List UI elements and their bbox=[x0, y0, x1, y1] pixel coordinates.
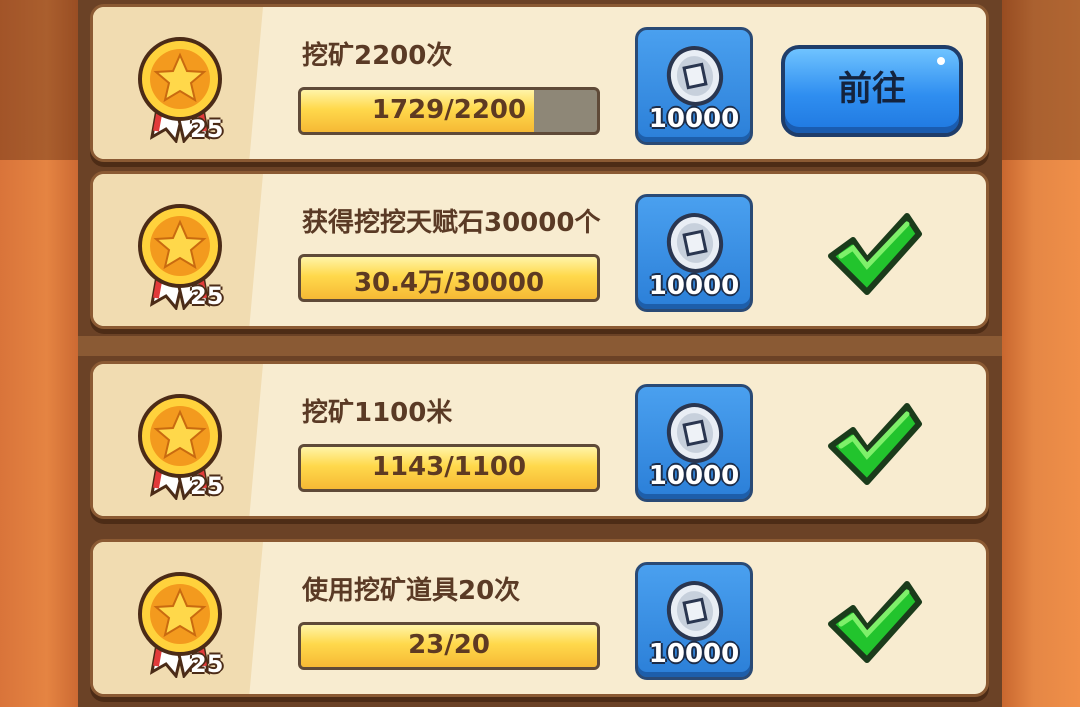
progress-text: 1143/1100 bbox=[371, 452, 527, 482]
reward-slot[interactable]: 10000 bbox=[635, 562, 753, 680]
progress-text: 23/20 bbox=[408, 630, 490, 660]
checkmark-icon bbox=[828, 581, 922, 663]
medal-count: 25 bbox=[190, 282, 224, 310]
reward-amount: 10000 bbox=[648, 461, 740, 491]
right-side-panel bbox=[1002, 0, 1080, 707]
task-title: 挖矿1100米 bbox=[302, 398, 453, 428]
reward-amount: 10000 bbox=[648, 271, 740, 301]
progress-text: 1729/2200 bbox=[371, 95, 527, 125]
task-title: 获得挖挖天赋石30000个 bbox=[302, 208, 601, 238]
progress-bar: 1729/2200 bbox=[298, 87, 600, 135]
medal-count: 25 bbox=[190, 650, 224, 678]
task-title: 使用挖矿道具20次 bbox=[302, 576, 521, 606]
go-to-button[interactable]: 前往 bbox=[781, 45, 963, 137]
task-row-1: 25 挖矿2200次 1729/2200 10000 前往 bbox=[90, 4, 989, 162]
progress-text: 30.4万/30000 bbox=[353, 268, 545, 298]
medal-count: 25 bbox=[190, 472, 224, 500]
silver-coin-icon bbox=[666, 46, 724, 106]
silver-coin-icon bbox=[666, 581, 724, 641]
checkmark-icon bbox=[828, 213, 922, 295]
list-divider bbox=[78, 336, 1002, 356]
left-side-panel bbox=[0, 0, 78, 707]
progress-bar: 1143/1100 bbox=[298, 444, 600, 492]
task-row-4: 25 使用挖矿道具20次 23/20 10000 bbox=[90, 539, 989, 697]
task-title: 挖矿2200次 bbox=[302, 41, 453, 71]
button-shine bbox=[937, 57, 945, 65]
checkmark-icon bbox=[828, 403, 922, 485]
reward-amount: 10000 bbox=[648, 104, 740, 134]
reward-slot[interactable]: 10000 bbox=[635, 194, 753, 312]
silver-coin-icon bbox=[666, 403, 724, 463]
silver-coin-icon bbox=[666, 213, 724, 273]
progress-bar: 23/20 bbox=[298, 622, 600, 670]
task-row-2: 25 获得挖挖天赋石30000个 30.4万/30000 10000 bbox=[90, 171, 989, 329]
reward-slot[interactable]: 10000 bbox=[635, 384, 753, 502]
progress-bar: 30.4万/30000 bbox=[298, 254, 600, 302]
task-row-3: 25 挖矿1100米 1143/1100 10000 bbox=[90, 361, 989, 519]
reward-slot[interactable]: 10000 bbox=[635, 27, 753, 145]
reward-amount: 10000 bbox=[648, 639, 740, 669]
medal-count: 25 bbox=[190, 115, 224, 143]
go-to-label: 前往 bbox=[838, 69, 906, 109]
